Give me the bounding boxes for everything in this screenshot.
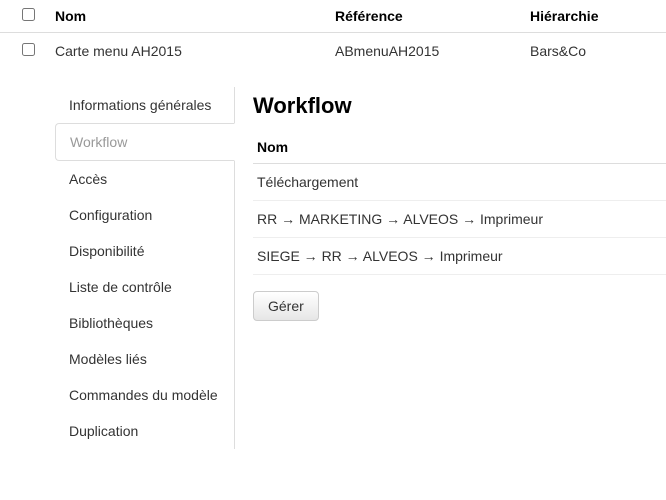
sidebar-nav: Informations générales Workflow Accès Co…	[55, 87, 235, 449]
sidebar-item-duplication[interactable]: Duplication	[55, 413, 234, 449]
cell-reference: ABmenuAH2015	[335, 43, 530, 59]
sidebar-item-commandes-du-modele[interactable]: Commandes du modèle	[55, 377, 234, 413]
workflow-row[interactable]: Téléchargement	[253, 164, 666, 201]
sidebar-item-label: Informations générales	[69, 97, 211, 113]
sidebar-item-bibliotheques[interactable]: Bibliothèques	[55, 305, 234, 341]
sidebar-item-informations-generales[interactable]: Informations générales	[55, 87, 234, 123]
column-header-hierarchie[interactable]: Hiérarchie	[530, 8, 666, 24]
table-row: Carte menu AH2015 ABmenuAH2015 Bars&Co	[0, 33, 666, 69]
sidebar-item-label: Modèles liés	[69, 351, 147, 367]
sidebar-item-label: Accès	[69, 171, 107, 187]
sidebar-item-disponibilite[interactable]: Disponibilité	[55, 233, 234, 269]
workflow-row[interactable]: SIEGE → RR → ALVEOS → Imprimeur	[253, 238, 666, 275]
sidebar-item-label: Workflow	[70, 134, 127, 150]
sidebar-item-label: Liste de contrôle	[69, 279, 172, 295]
column-header-reference[interactable]: Référence	[335, 8, 530, 24]
row-checkbox[interactable]	[22, 43, 35, 56]
select-all-checkbox[interactable]	[22, 8, 35, 21]
cell-nom[interactable]: Carte menu AH2015	[55, 43, 335, 59]
detail-panel: Informations générales Workflow Accès Co…	[0, 87, 666, 449]
sidebar-item-workflow[interactable]: Workflow	[55, 123, 235, 161]
content-title: Workflow	[253, 93, 666, 119]
sidebar-item-modeles-lies[interactable]: Modèles liés	[55, 341, 234, 377]
table-header-row: Nom Référence Hiérarchie	[0, 0, 666, 33]
content-panel: Workflow Nom Téléchargement RR → MARKETI…	[235, 87, 666, 449]
sidebar-item-configuration[interactable]: Configuration	[55, 197, 234, 233]
workflow-row[interactable]: RR → MARKETING → ALVEOS → Imprimeur	[253, 201, 666, 238]
sidebar-item-liste-de-controle[interactable]: Liste de contrôle	[55, 269, 234, 305]
sidebar-item-label: Commandes du modèle	[69, 387, 218, 403]
sidebar-item-label: Configuration	[69, 207, 152, 223]
workflow-column-header-nom: Nom	[253, 131, 666, 164]
sidebar-item-label: Duplication	[69, 423, 138, 439]
sidebar-item-acces[interactable]: Accès	[55, 161, 234, 197]
cell-hierarchie: Bars&Co	[530, 43, 666, 59]
sidebar-item-label: Disponibilité	[69, 243, 144, 259]
column-header-nom[interactable]: Nom	[55, 8, 335, 24]
manage-button[interactable]: Gérer	[253, 291, 319, 321]
sidebar-item-label: Bibliothèques	[69, 315, 153, 331]
